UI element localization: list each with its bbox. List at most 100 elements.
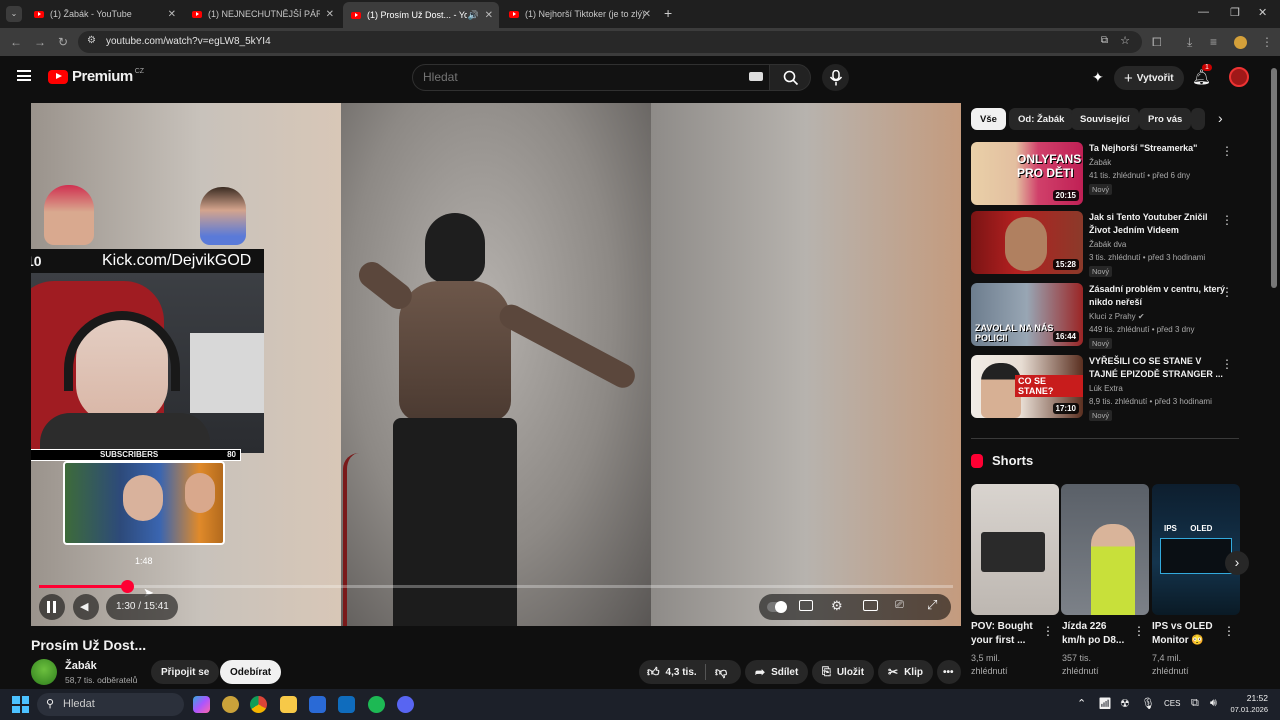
rec-channel[interactable]: Žabák dva [1089,240,1126,249]
microphone-tray-icon[interactable]: 🎙︎ [1141,697,1155,710]
subscribe-button[interactable]: Odebírat [220,660,282,684]
rec-channel[interactable]: Lúk Extra [1089,384,1123,393]
close-window-icon[interactable]: ✕ [1258,6,1267,19]
browser-tab-active[interactable]: (1) Prosím Už Dost... - YouTube 🔊 ✕ [343,2,499,28]
short-title[interactable]: Jízda 226 km/h po D8... [1062,620,1132,648]
tray-chevron-icon[interactable]: ⌃ [1077,697,1086,710]
address-bar[interactable]: ⚙ youtube.com/watch?v=egLW8_5kYI4 ⧉ ☆ [78,31,1142,53]
shorts-next-button[interactable]: › [1225,551,1249,575]
short-title[interactable]: IPS vs OLED Monitor 😳 [1152,620,1222,648]
bookmark-star-icon[interactable]: ☆ [1120,34,1130,47]
close-icon[interactable]: ✕ [485,10,493,21]
profile-avatar-icon[interactable] [1234,36,1247,49]
search-box[interactable] [412,64,770,91]
rec-item[interactable]: CO SE STANE? 17:10 VYŘEŠILI CO SE STANE … [971,355,1241,421]
account-avatar[interactable] [1229,67,1249,87]
rec-channel[interactable]: Kluci z Prahy ✔︎ [1089,312,1145,321]
short-title[interactable]: POV: Bought your first ... [971,620,1041,648]
settings-icon[interactable]: ⚙ [831,598,843,614]
notifications-button[interactable]: 🔔︎ 1 [1192,64,1212,87]
mute-button[interactable]: ◀︎ [73,594,99,620]
more-vertical-icon[interactable]: ⋮ [1221,285,1233,299]
like-button[interactable]: 👍︎ 4,3 tis. [647,665,697,680]
forward-icon[interactable]: → [34,35,46,49]
channel-name[interactable]: Žabák [65,660,97,672]
rec-item[interactable]: 15:28 Jak si Tento Youtuber Zničil Život… [971,211,1241,277]
progress-scrubber[interactable] [120,580,134,593]
fullscreen-icon[interactable]: ⤢ [927,597,937,613]
chip-all[interactable]: Vše [971,108,1006,130]
rec-title[interactable]: Zásadní problém v centru, který nikdo ne… [1089,283,1227,309]
app-icon[interactable] [222,696,239,713]
more-vertical-icon[interactable]: ⋮ [1221,213,1233,227]
store-icon[interactable] [309,696,326,713]
windows-start-icon[interactable] [12,696,29,713]
more-vertical-icon[interactable]: ⋮ [1133,624,1145,638]
app-tray-icon[interactable]: ☢︎ [1120,697,1130,710]
cast-icon[interactable]: ⎚ [895,599,904,612]
file-explorer-icon[interactable] [280,696,297,713]
hamburger-menu-icon[interactable] [17,70,31,81]
thumbs-down-icon[interactable]: 👎︎ [715,665,727,680]
chip-more-partial[interactable] [1191,108,1205,130]
more-vertical-icon[interactable]: ⋮ [1042,624,1054,638]
reload-icon[interactable]: ↻ [58,35,68,49]
chevron-right-icon[interactable]: › [1218,110,1223,126]
spotify-icon[interactable] [368,696,385,713]
browser-tab[interactable]: (1) Žabák - YouTube ✕ [26,4,182,24]
speaker-icon[interactable]: 🔊︎ [1210,697,1217,710]
extensions-icon[interactable]: ⧠ [1152,35,1162,50]
video-player[interactable]: K 10 Kick.com/DejvikGOD 32 SUBSCRIBERS 8… [31,103,961,626]
rec-thumbnail[interactable]: ONLYFANS PRO DĚTI 20:15 [971,142,1083,205]
rec-thumbnail[interactable]: ZAVOLAL NA NÁS POLICII 16:44 [971,283,1083,346]
mail-icon[interactable] [338,696,355,713]
network-icon[interactable]: 📶︎ [1098,697,1112,710]
pause-button[interactable] [39,594,65,620]
keyboard-icon[interactable] [749,72,763,81]
close-icon[interactable]: ✕ [326,9,334,20]
rec-title[interactable]: Jak si Tento Youtuber Zničil Život Jední… [1089,211,1227,237]
close-icon[interactable]: ✕ [168,9,176,20]
more-actions-button[interactable]: ••• [937,660,961,684]
browser-tab[interactable]: (1) Nejhorší Tiktoker (je to zlý) ✕ [501,4,657,24]
media-controls-icon[interactable]: ≡ [1210,35,1217,49]
premium-badge-icon[interactable]: ✦ [1092,69,1104,86]
back-icon[interactable]: ← [10,35,22,49]
chip-from-channel[interactable]: Od: Žabák [1009,108,1074,130]
rec-channel[interactable]: Žabák [1089,158,1111,167]
progress-bar[interactable] [39,580,953,593]
search-input[interactable] [423,70,743,84]
rec-item[interactable]: ONLYFANS PRO DĚTI 20:15 Ta Nejhorší "Str… [971,142,1241,206]
rec-thumbnail[interactable]: CO SE STANE? 17:10 [971,355,1083,418]
browser-menu-icon[interactable]: ⋮ [1261,35,1273,49]
more-vertical-icon[interactable]: ⋮ [1221,144,1233,158]
save-button[interactable]: ⎘ Uložit [812,660,875,684]
channel-avatar[interactable] [31,659,57,685]
rec-thumbnail[interactable]: 15:28 [971,211,1083,274]
join-button[interactable]: Připojit se [151,660,220,684]
scrollbar-thumb[interactable] [1271,68,1277,288]
clip-button[interactable]: ✂ Klip [878,660,933,684]
language-indicator[interactable]: CES [1164,699,1180,708]
short-thumbnail[interactable]: IPS OLED [1152,484,1240,615]
speaker-icon[interactable]: 🔊 [468,10,479,21]
more-vertical-icon[interactable]: ⋮ [1223,624,1235,638]
create-button[interactable]: + Vytvořit [1114,66,1184,90]
rec-title[interactable]: VYŘEŠILI CO SE STANE V TAJNÉ EPIZODĚ STR… [1089,355,1227,381]
chrome-icon[interactable] [250,696,267,713]
more-vertical-icon[interactable]: ⋮ [1221,357,1233,371]
minimize-icon[interactable]: — [1198,6,1209,18]
youtube-logo[interactable]: Premium CZ [48,68,144,85]
share-button[interactable]: ➦ Sdílet [745,660,809,684]
tab-search-button[interactable]: ⌄ [6,6,22,22]
miniplayer-icon[interactable] [863,600,878,611]
discord-icon[interactable] [397,696,414,713]
close-icon[interactable]: ✕ [643,9,651,20]
clock[interactable]: 21:52 07.01.2026 [1228,693,1268,714]
site-info-icon[interactable]: ⚙ [87,35,96,46]
chip-for-you[interactable]: Pro vás [1139,108,1192,130]
page-scrollbar[interactable] [1270,60,1278,688]
short-thumbnail[interactable] [1061,484,1149,615]
copilot-icon[interactable] [193,696,210,713]
download-icon[interactable]: ⤓ [1187,35,1192,50]
